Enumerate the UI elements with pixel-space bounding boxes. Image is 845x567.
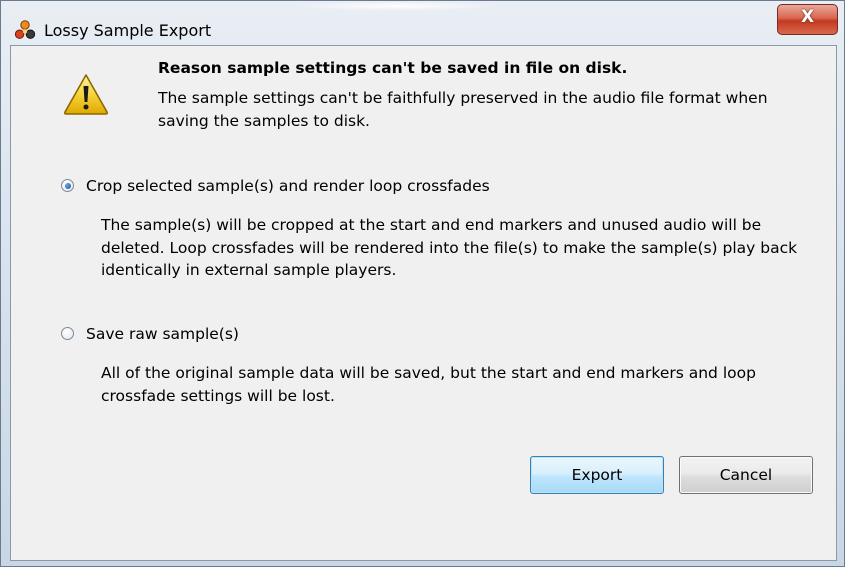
radio-selected-dot: [64, 182, 71, 189]
option-raw-label[interactable]: Save raw sample(s): [86, 325, 239, 343]
message-heading: Reason sample settings can't be saved in…: [158, 59, 628, 77]
title-bar[interactable]: Lossy Sample Export X: [1, 1, 844, 45]
close-button[interactable]: X: [777, 4, 838, 35]
reason-app-icon: [15, 20, 35, 39]
close-icon: X: [800, 7, 815, 27]
option-raw-description: All of the original sample data will be …: [101, 364, 756, 405]
radio-crop-selected[interactable]: [61, 179, 74, 192]
radio-save-raw[interactable]: [61, 327, 74, 340]
warning-icon: [63, 74, 109, 115]
message-description: The sample settings can't be faithfully …: [158, 89, 768, 130]
title-bar-highlight: [291, 1, 501, 11]
window-title: Lossy Sample Export: [44, 21, 212, 40]
option-crop-label[interactable]: Crop selected sample(s) and render loop …: [86, 177, 490, 195]
dialog-window: Lossy Sample Export X Reason sample sett…: [0, 0, 845, 567]
export-button[interactable]: Export: [530, 456, 664, 494]
cancel-button[interactable]: Cancel: [679, 456, 813, 494]
option-crop-description: The sample(s) will be cropped at the sta…: [101, 216, 798, 279]
